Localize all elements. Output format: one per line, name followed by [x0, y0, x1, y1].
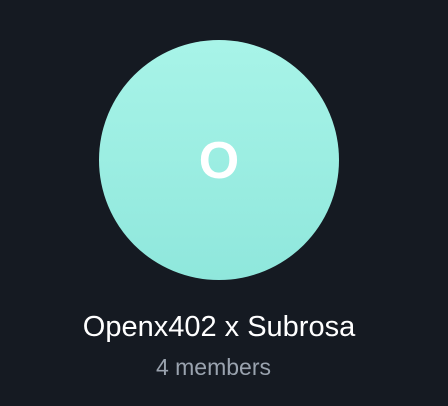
group-avatar[interactable]: O: [99, 40, 339, 280]
avatar-initial: O: [198, 132, 240, 190]
group-header: O Openx402 x Subrosa 4 members: [0, 0, 448, 406]
member-count[interactable]: 4 members: [0, 352, 427, 382]
group-name: Openx402 x Subrosa: [82, 311, 356, 343]
